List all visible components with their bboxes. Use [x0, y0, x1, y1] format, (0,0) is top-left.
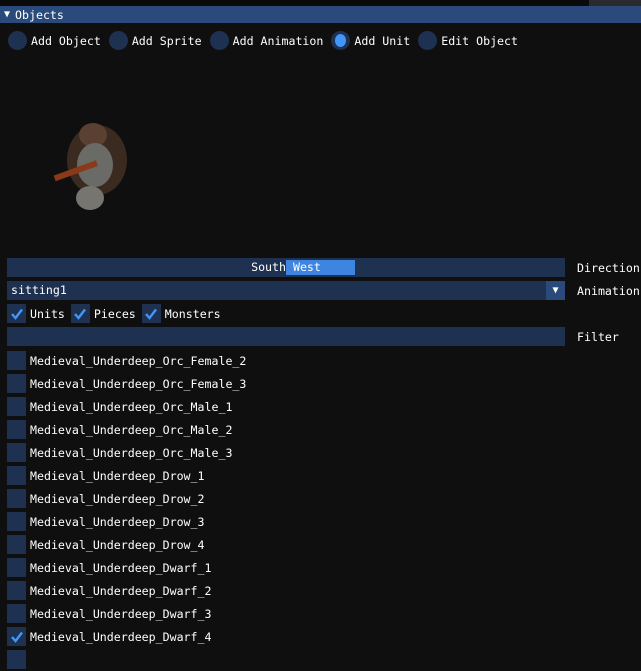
unit-name: Medieval_Underdeep_Orc_Female_2 — [30, 353, 247, 368]
checkbox-label: Units — [30, 306, 65, 321]
unit-name: Medieval_Underdeep_Drow_1 — [30, 468, 205, 483]
unit-name: Medieval_Underdeep_Drow_4 — [30, 537, 205, 552]
direction-value: South West — [251, 260, 321, 274]
panel-title: Objects — [15, 7, 64, 22]
checkbox[interactable] — [7, 535, 26, 554]
collapse-triangle-icon[interactable]: ▼ — [4, 9, 10, 20]
checkbox[interactable] — [7, 650, 26, 669]
type-filters: Units Pieces Monsters — [7, 304, 227, 323]
list-item[interactable]: Medieval_Underdeep_Orc_Male_3 — [7, 441, 246, 464]
mode-radio-group: Add Object Add Sprite Add Animation Add Uni… — [8, 31, 526, 50]
checkbox[interactable] — [7, 443, 26, 462]
list-item[interactable]: Medieval_Underdeep_Dwarf_1 — [7, 556, 246, 579]
objects-header[interactable]: ▼ Objects — [0, 6, 641, 23]
checkmark-icon — [10, 631, 23, 643]
checkbox[interactable] — [7, 489, 26, 508]
checkmark-icon — [10, 308, 23, 320]
checkbox[interactable] — [7, 627, 26, 646]
radio-label: Add Object — [31, 33, 101, 48]
list-item[interactable]: Medieval_Underdeep_Orc_Male_2 — [7, 418, 246, 441]
checkbox[interactable] — [7, 466, 26, 485]
radio-circle-icon[interactable] — [209, 31, 229, 50]
unit-name: Medieval_Underdeep_Dwarf_1 — [30, 560, 212, 575]
checkmark-icon — [145, 308, 158, 320]
radio-circle-icon[interactable] — [108, 31, 128, 50]
checkbox[interactable] — [7, 304, 26, 323]
checkmark-icon — [74, 308, 87, 320]
radio-circle-icon[interactable] — [331, 31, 351, 50]
direction-row: South West Direction — [7, 258, 640, 277]
unit-name: Medieval_Underdeep_Dwarf_2 — [30, 583, 212, 598]
list-item[interactable]: Medieval_Underdeep_Drow_3 — [7, 510, 246, 533]
unit-name: Medieval_Underdeep_Orc_Male_1 — [30, 399, 233, 414]
animation-combo[interactable]: sitting1 ▼ — [7, 281, 565, 300]
checkbox-label: Monsters — [164, 306, 221, 321]
filter-row: Filter — [7, 327, 619, 346]
list-item[interactable]: Medieval_Underdeep_Orc_Female_2 — [7, 349, 246, 372]
checkbox[interactable] — [7, 374, 26, 393]
unit-list: Medieval_Underdeep_Orc_Female_2 Medieval_… — [7, 349, 246, 671]
list-item[interactable]: Medieval_Underdeep_Orc_Male_1 — [7, 395, 246, 418]
direction-slider[interactable]: South West — [7, 258, 565, 277]
list-item[interactable]: Medieval_Underdeep_Dwarf_2 — [7, 579, 246, 602]
checkbox[interactable] — [141, 304, 161, 323]
radio-mode[interactable]: Add Sprite — [108, 31, 202, 50]
checkbox[interactable] — [7, 581, 26, 600]
unit-name: Medieval_Underdeep_Dwarf_4 — [30, 629, 212, 644]
list-item[interactable]: Medieval_Underdeep_Drow_1 — [7, 464, 246, 487]
radio-dot — [335, 34, 347, 47]
checkbox[interactable] — [7, 604, 26, 623]
direction-label: Direction — [577, 260, 640, 275]
list-item[interactable]: Medieval_Underdeep_Orc_Female_3 — [7, 372, 246, 395]
animation-row: sitting1 ▼ Animation — [7, 281, 640, 300]
list-item[interactable]: Medieval_Underdeep_Drow_4 — [7, 533, 246, 556]
list-item[interactable]: Medieval_Underdeep_Drow_2 — [7, 487, 246, 510]
radio-mode[interactable]: Edit Object — [418, 31, 518, 50]
radio-label: Add Unit — [354, 33, 411, 48]
radio-mode[interactable]: Add Object — [8, 31, 101, 50]
checkbox[interactable] — [7, 512, 26, 531]
radio-circle-icon[interactable] — [8, 31, 27, 50]
radio-mode[interactable]: Add Unit — [331, 31, 410, 50]
list-item[interactable]: Medieval_Underdeep_Dwarf_3 — [7, 602, 246, 625]
checkbox[interactable] — [70, 304, 90, 323]
unit-name: Medieval_Underdeep_Orc_Male_3 — [30, 445, 233, 460]
animation-value: sitting1 — [11, 283, 67, 297]
checkbox[interactable] — [7, 420, 26, 439]
filter-label: Filter — [577, 329, 619, 344]
unit-name: Medieval_Underdeep_Orc_Female_3 — [30, 376, 247, 391]
unit-name: Medieval_Underdeep_Drow_3 — [30, 514, 205, 529]
filter-checkbox[interactable]: Monsters — [141, 304, 221, 323]
unit-name: Medieval_Underdeep_Dwarf_3 — [30, 606, 212, 621]
unit-name: Medieval_Underdeep_Drow_2 — [30, 491, 205, 506]
filter-input[interactable] — [7, 327, 565, 346]
filter-checkbox[interactable]: Pieces — [70, 304, 136, 323]
list-item[interactable]: Medieval_Underdeep_Dwarf_4 — [7, 625, 246, 648]
checkbox[interactable] — [7, 397, 26, 416]
list-item-partial[interactable] — [7, 648, 246, 671]
checkbox[interactable] — [7, 558, 26, 577]
radio-circle-icon[interactable] — [418, 31, 438, 50]
filter-checkbox[interactable]: Units — [7, 304, 65, 323]
radio-label: Edit Object — [441, 33, 518, 48]
radio-mode[interactable]: Add Animation — [209, 31, 324, 50]
animation-label: Animation — [577, 283, 640, 298]
radio-label: Add Sprite — [131, 33, 202, 48]
checkbox-label: Pieces — [93, 306, 136, 321]
unit-sprite-preview — [53, 123, 127, 210]
radio-label: Add Animation — [232, 33, 324, 48]
chevron-down-icon[interactable]: ▼ — [546, 281, 565, 300]
checkbox[interactable] — [7, 351, 26, 370]
unit-name: Medieval_Underdeep_Orc_Male_2 — [30, 422, 233, 437]
